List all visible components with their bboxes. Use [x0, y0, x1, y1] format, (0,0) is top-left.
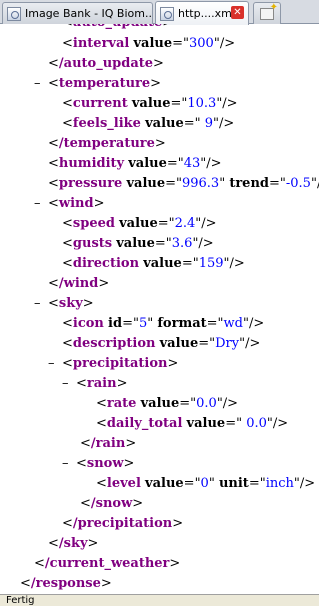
tab-label: http....xml [178, 7, 235, 20]
xml-line: <feels_like value=" 9"/> [62, 116, 235, 131]
xml-line: </precipitation> [62, 516, 184, 531]
collapse-toggle[interactable]: – [34, 74, 48, 94]
xml-line[interactable]: – <sky> [34, 294, 94, 314]
xml-line: <current value="10.3"/> [62, 96, 238, 111]
xml-line: <daily_total value=" 0.0"/> [96, 416, 289, 431]
close-tab-icon[interactable]: ✕ [231, 6, 244, 19]
collapse-toggle[interactable]: – [48, 354, 62, 374]
xml-line: <level value="0" unit="inch"/> [96, 476, 316, 491]
tab-xml[interactable]: http....xml ✕ [155, 1, 249, 25]
xml-line[interactable]: – <rain> [62, 374, 127, 394]
status-text: Fertig [6, 595, 35, 606]
new-tab-icon [260, 3, 278, 20]
xml-line[interactable]: – <precipitation> [48, 354, 178, 374]
page-icon [160, 6, 174, 21]
xml-line: </snow> [80, 496, 144, 511]
xml-line: <description value="Dry"/> [62, 336, 261, 351]
status-bar: Fertig [0, 594, 319, 606]
xml-line[interactable]: – <wind> [34, 194, 104, 214]
xml-line: <humidity value="43"/> [48, 156, 222, 171]
xml-line: <pressure value="996.3" trend="-0.5"/> [48, 176, 319, 191]
xml-line[interactable]: – <snow> [62, 454, 134, 474]
xml-line: </sky> [48, 536, 99, 551]
xml-line: <interval value="300"/> [62, 36, 236, 51]
page-icon [7, 6, 21, 21]
xml-line: </rain> [80, 436, 137, 451]
xml-line: </wind> [48, 276, 110, 291]
xml-line: </current_weather> [34, 556, 181, 571]
xml-line: <rate value="0.0"/> [96, 396, 239, 411]
tab-label: Image Bank - IQ Biom... [25, 7, 152, 20]
xml-viewer: <auto_update> <interval value="300"/> </… [0, 24, 319, 594]
tab-strip: Image Bank - IQ Biom... http....xml ✕ [0, 0, 319, 25]
xml-line: <auto_update> [62, 24, 173, 33]
xml-line: <direction value="159"/> [62, 256, 245, 271]
tab-image-bank[interactable]: Image Bank - IQ Biom... [2, 2, 153, 24]
collapse-toggle[interactable]: – [62, 454, 76, 474]
collapse-toggle[interactable]: – [62, 374, 76, 394]
xml-line: <icon id="5" format="wd"/> [62, 316, 265, 331]
new-tab-button[interactable] [253, 2, 281, 24]
xml-line: </auto_update> [48, 56, 164, 71]
xml-line: <speed value="2.4"/> [62, 216, 217, 231]
xml-line: </temperature> [48, 136, 166, 151]
xml-line[interactable]: – <temperature> [34, 74, 161, 94]
collapse-toggle[interactable]: – [34, 294, 48, 314]
collapse-toggle[interactable]: – [34, 194, 48, 214]
xml-line: </response> [20, 576, 112, 591]
xml-line: <gusts value="3.6"/> [62, 236, 214, 251]
